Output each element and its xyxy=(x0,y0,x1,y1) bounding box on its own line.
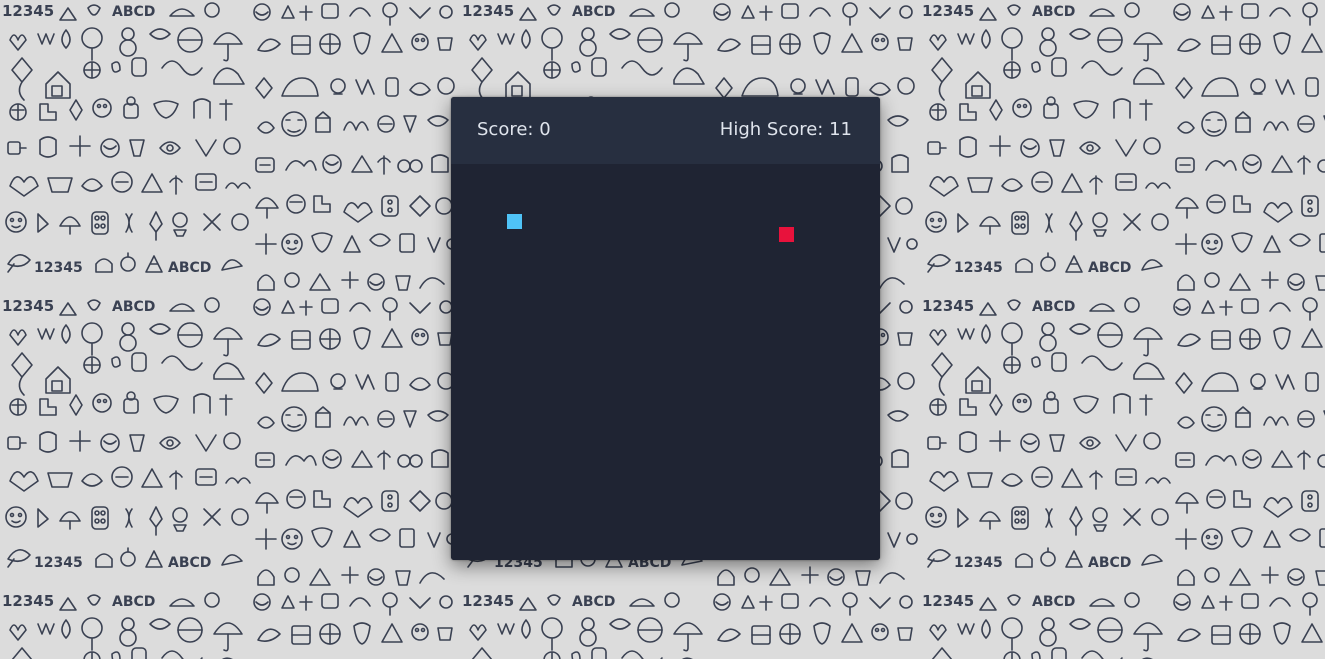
high-score-label: High Score: 11 xyxy=(719,119,852,140)
score-bar: Score: 0 High Score: 11 xyxy=(451,97,880,164)
score-label: Score: 0 xyxy=(477,119,551,140)
game-panel: Score: 0 High Score: 11 xyxy=(451,97,880,560)
snake-head xyxy=(507,214,522,229)
food-item xyxy=(779,227,794,242)
game-board[interactable] xyxy=(451,164,880,560)
